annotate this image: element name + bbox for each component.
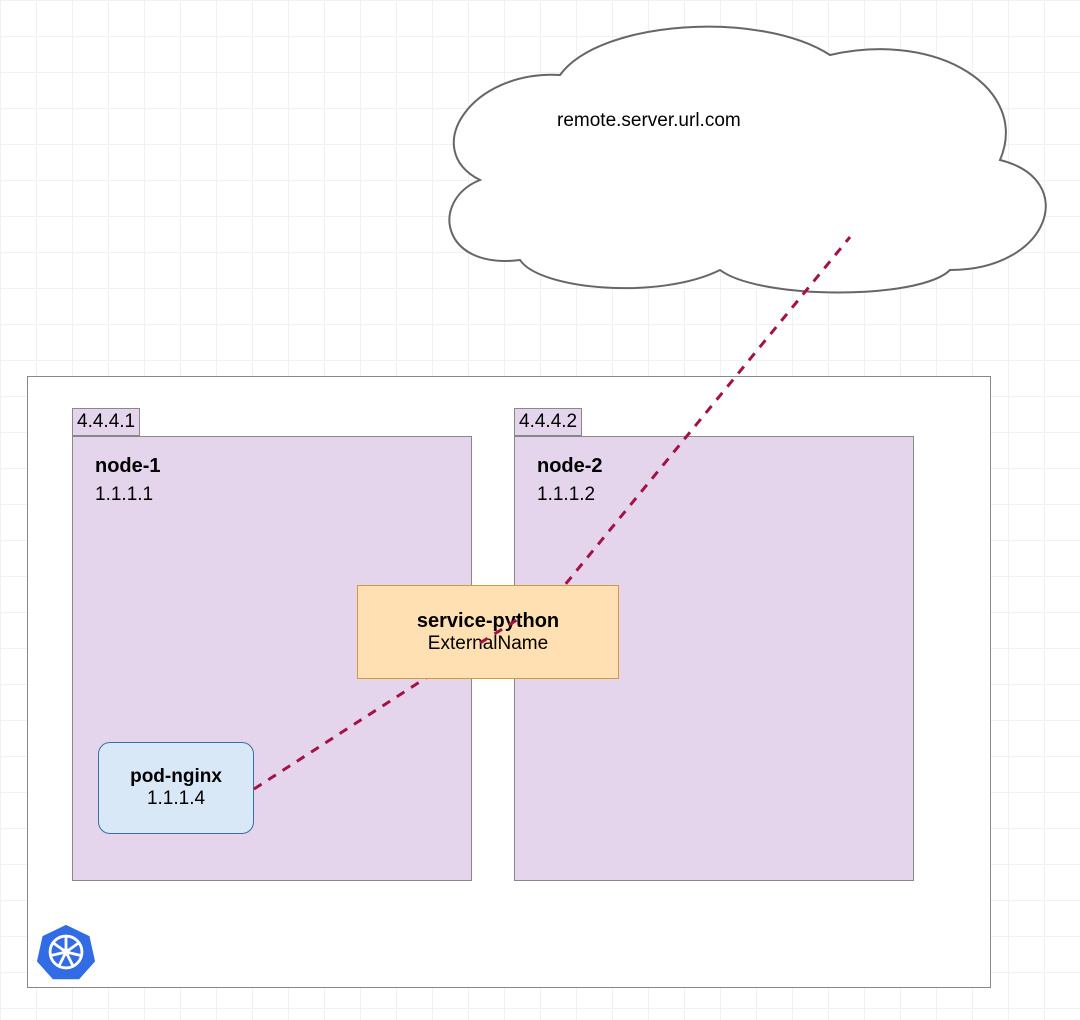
node1-external-ip: 4.4.4.1 [72,408,140,436]
diagram-canvas: remote.server.url.com pod-python 4.4.4.1… [0,0,1080,1020]
node-1-internal-ip: 1.1.1.1 [95,484,449,506]
node-2-name: node-2 [537,455,891,478]
pod-nginx: pod-nginx 1.1.1.4 [98,742,254,834]
node-1-name: node-1 [95,455,449,478]
pod-python-name: pod-python [801,179,905,201]
service-python: service-python ExternalName [357,585,619,679]
pod-python: pod-python [777,143,929,237]
node-2-internal-ip: 1.1.1.2 [537,484,891,506]
kubernetes-icon [36,922,96,982]
cloud-label: remote.server.url.com [557,110,741,132]
cloud-icon [449,27,1045,293]
node2-external-ip: 4.4.4.2 [514,408,582,436]
pod-nginx-name: pod-nginx [130,766,222,788]
pod-nginx-ip: 1.1.1.4 [147,788,205,810]
service-name: service-python [417,610,559,633]
service-type: ExternalName [428,633,548,655]
